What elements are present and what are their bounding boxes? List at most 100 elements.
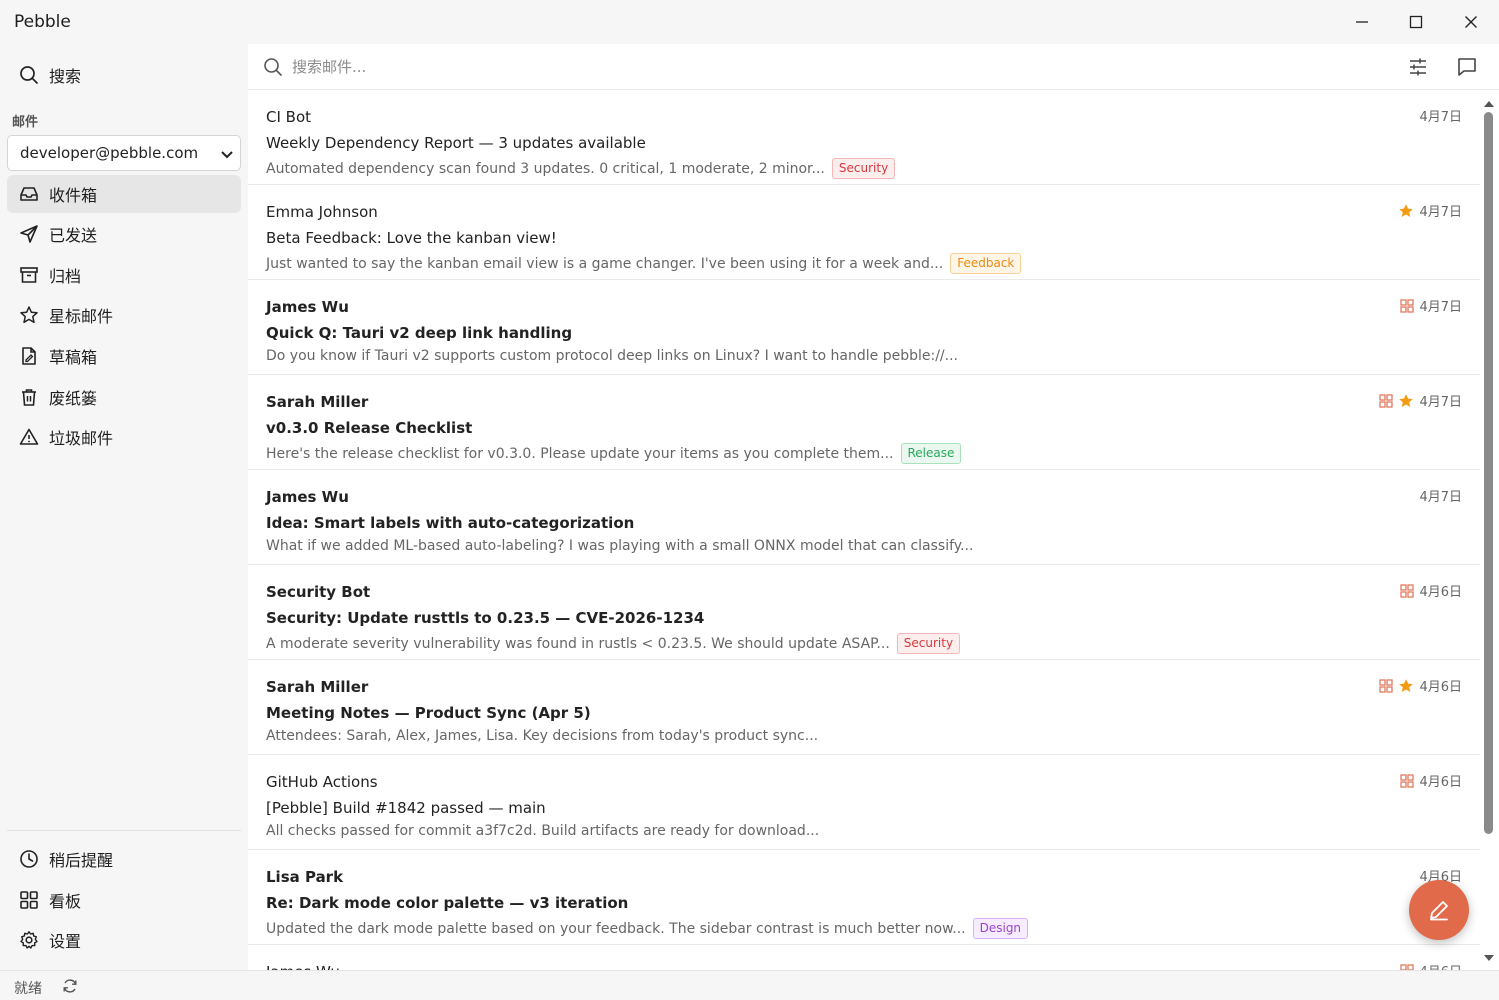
email-meta: 4月7日 (1398, 201, 1462, 220)
email-date: 4月6日 (1419, 775, 1462, 790)
kanban-icon (19, 890, 39, 910)
sidebar-item-label: 归档 (49, 267, 82, 286)
sidebar-item-snoozed[interactable]: 稍后提醒 (7, 840, 241, 878)
sidebar-item-trash[interactable]: 废纸篓 (7, 378, 241, 416)
email-preview: What if we added ML-based auto-labeling?… (266, 538, 974, 554)
email-sender: GitHub Actions (266, 773, 378, 791)
email-preview: Here's the release checklist for v0.3.0.… (266, 445, 894, 462)
sliders-icon (1410, 58, 1426, 76)
email-row[interactable]: CI Bot Weekly Dependency Report — 3 updat… (248, 90, 1480, 185)
email-preview-line: Here's the release checklist for v0.3.0.… (266, 443, 962, 464)
email-subject: Idea: Smart labels with auto-categorizat… (266, 514, 635, 532)
email-date: 4月6日 (1419, 961, 1462, 970)
scroll-up-arrow-icon[interactable] (1483, 94, 1495, 113)
email-preview-line: All checks passed for commit a3f7c2d. Bu… (266, 823, 819, 839)
scroll-down-arrow-icon[interactable] (1483, 948, 1495, 967)
label-tag[interactable]: Security (896, 633, 961, 654)
gear-icon (19, 930, 39, 950)
email-list: CI Bot Weekly Dependency Report — 3 updat… (248, 90, 1480, 970)
kanban-icon[interactable] (1400, 583, 1415, 598)
search-icon (263, 57, 283, 81)
account-select[interactable]: developer@pebble.com (7, 135, 241, 171)
label-tag[interactable]: Feedback (950, 253, 1022, 274)
email-date: 4月6日 (1419, 680, 1462, 695)
send-icon (19, 224, 39, 244)
compose-button[interactable] (1409, 880, 1469, 940)
email-sender: Sarah Miller (266, 393, 369, 411)
email-row[interactable]: GitHub Actions [Pebble] Build #1842 passe… (248, 755, 1480, 850)
label-tag[interactable]: Release (900, 443, 962, 464)
email-date: 4月7日 (1419, 395, 1462, 410)
email-preview: Just wanted to say the kanban email view… (266, 255, 944, 272)
sidebar-item-label: 稍后提醒 (49, 851, 114, 870)
minimize-button[interactable] (1335, 0, 1389, 44)
email-meta: 4月6日 (1379, 676, 1462, 695)
email-date: 4月7日 (1419, 205, 1462, 220)
message-icon (1458, 58, 1476, 76)
email-row[interactable]: Lisa Park Re: Dark mode color palette — v… (248, 850, 1480, 945)
inbox-icon (19, 184, 39, 204)
sidebar-divider (7, 830, 241, 831)
email-subject: Weekly Dependency Report — 3 updates ava… (266, 134, 646, 152)
email-preview-line: What if we added ML-based auto-labeling?… (266, 538, 973, 554)
email-meta: 4月6日 (1400, 771, 1462, 790)
chat-button[interactable] (1456, 56, 1478, 82)
email-row[interactable]: Emma Johnson Beta Feedback: Love the kanb… (248, 185, 1480, 280)
kanban-icon[interactable] (1400, 298, 1415, 313)
email-preview-line: Automated dependency scan found 3 update… (266, 158, 896, 179)
email-subject: Security: Update rusttls to 0.23.5 — CVE… (266, 609, 705, 627)
archive-icon (19, 265, 39, 285)
sidebar: 搜索 邮件 developer@pebble.com 收件箱 已发送 归档 星标… (0, 44, 248, 970)
scrollbar-thumb[interactable] (1484, 112, 1493, 834)
draft-icon (19, 346, 39, 366)
sidebar-item-sent[interactable]: 已发送 (7, 215, 241, 253)
kanban-icon[interactable] (1379, 678, 1394, 693)
email-preview: Automated dependency scan found 3 update… (266, 160, 825, 177)
email-row[interactable]: Sarah Miller Meeting Notes — Product Sync… (248, 660, 1480, 755)
star-icon[interactable] (1398, 678, 1414, 694)
sidebar-item-inbox[interactable]: 收件箱 (7, 175, 241, 213)
sidebar-item-archive[interactable]: 归档 (7, 256, 241, 294)
email-row[interactable]: James Wu Idea: Smart labels with auto-cat… (248, 470, 1480, 565)
email-subject: v0.3.0 Release Checklist (266, 419, 473, 437)
email-meta: 4月7日 (1419, 106, 1462, 125)
star-icon[interactable] (1398, 203, 1414, 219)
search-input[interactable] (292, 54, 1392, 80)
scrollbar[interactable] (1480, 90, 1499, 970)
email-preview: Do you know if Tauri v2 supports custom … (266, 348, 958, 364)
maximize-button[interactable] (1389, 0, 1443, 44)
sidebar-item-label: 设置 (49, 932, 82, 951)
email-row[interactable]: James Wu Quick Q: Tauri v2 deep link hand… (248, 280, 1480, 375)
sidebar-item-label: 废纸篓 (49, 389, 98, 408)
sidebar-item-label: 星标邮件 (49, 307, 114, 326)
sidebar-item-label: 已发送 (49, 226, 98, 245)
account-value: developer@pebble.com (20, 144, 199, 162)
email-row[interactable]: Security Bot Security: Update rusttls to … (248, 565, 1480, 660)
label-tag[interactable]: Design (972, 918, 1029, 939)
email-subject: Meeting Notes — Product Sync (Apr 5) (266, 704, 591, 722)
search-bar (248, 44, 1499, 90)
sidebar-item-label: 收件箱 (49, 186, 98, 205)
sidebar-item-drafts[interactable]: 草稿箱 (7, 337, 241, 375)
email-subject: Beta Feedback: Love the kanban view! (266, 229, 557, 247)
sidebar-item-spam[interactable]: 垃圾邮件 (7, 418, 241, 456)
kanban-icon[interactable] (1379, 393, 1394, 408)
sidebar-search[interactable]: 搜索 (7, 56, 241, 94)
email-preview: A moderate severity vulnerability was fo… (266, 635, 890, 652)
email-row[interactable]: James Wu 4月6日 (248, 945, 1480, 970)
label-tag[interactable]: Security (831, 158, 896, 179)
sidebar-item-starred[interactable]: 星标邮件 (7, 296, 241, 334)
star-icon[interactable] (1398, 393, 1414, 409)
email-sender: James Wu (266, 488, 349, 506)
kanban-icon[interactable] (1400, 773, 1415, 788)
email-preview-line: Just wanted to say the kanban email view… (266, 253, 1022, 274)
email-row[interactable]: Sarah Miller v0.3.0 Release Checklist Here… (248, 375, 1480, 470)
pencil-icon (1430, 901, 1448, 921)
sidebar-item-kanban[interactable]: 看板 (7, 881, 241, 919)
email-meta: 4月7日 (1379, 391, 1462, 410)
close-button[interactable] (1444, 0, 1498, 44)
filter-button[interactable] (1407, 56, 1429, 82)
email-preview: All checks passed for commit a3f7c2d. Bu… (266, 823, 820, 839)
sidebar-item-settings[interactable]: 设置 (7, 921, 241, 959)
sync-icon[interactable] (62, 978, 78, 998)
